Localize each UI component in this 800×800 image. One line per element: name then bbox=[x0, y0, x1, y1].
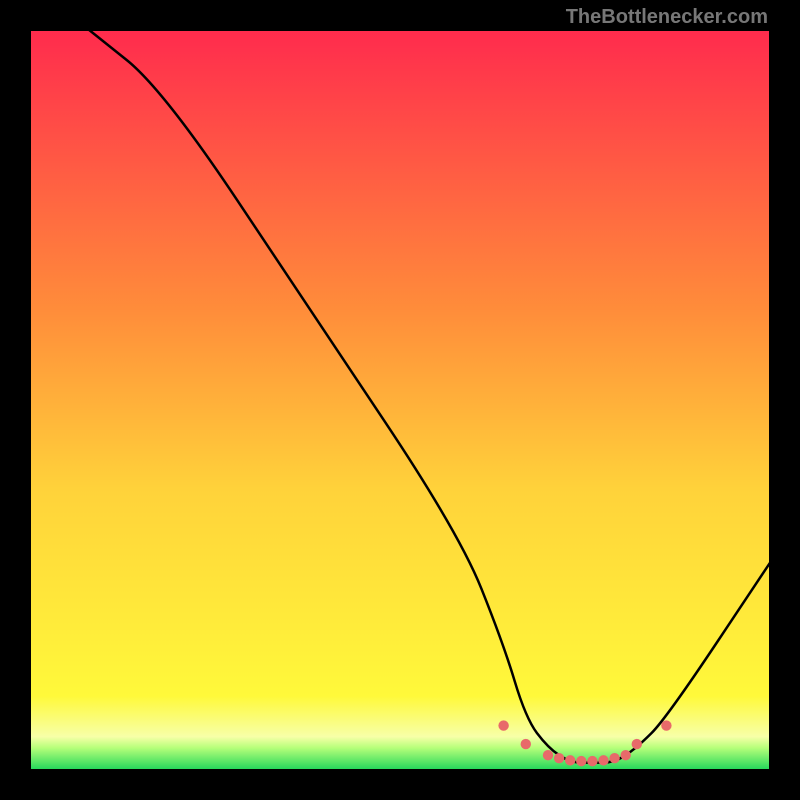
attribution-text: TheBottlenecker.com bbox=[566, 6, 768, 29]
highlight-dot bbox=[576, 756, 586, 766]
highlight-dot bbox=[565, 755, 575, 765]
bottleneck-dots bbox=[498, 720, 671, 766]
highlight-dot bbox=[598, 755, 608, 765]
highlight-dot bbox=[521, 739, 531, 749]
highlight-dot bbox=[498, 720, 508, 730]
dots-layer bbox=[30, 30, 770, 770]
highlight-dot bbox=[587, 756, 597, 766]
highlight-dot bbox=[554, 753, 564, 763]
highlight-dot bbox=[609, 753, 619, 763]
highlight-dot bbox=[543, 750, 553, 760]
highlight-dot bbox=[632, 739, 642, 749]
highlight-dot bbox=[621, 750, 631, 760]
highlight-dot bbox=[661, 720, 671, 730]
